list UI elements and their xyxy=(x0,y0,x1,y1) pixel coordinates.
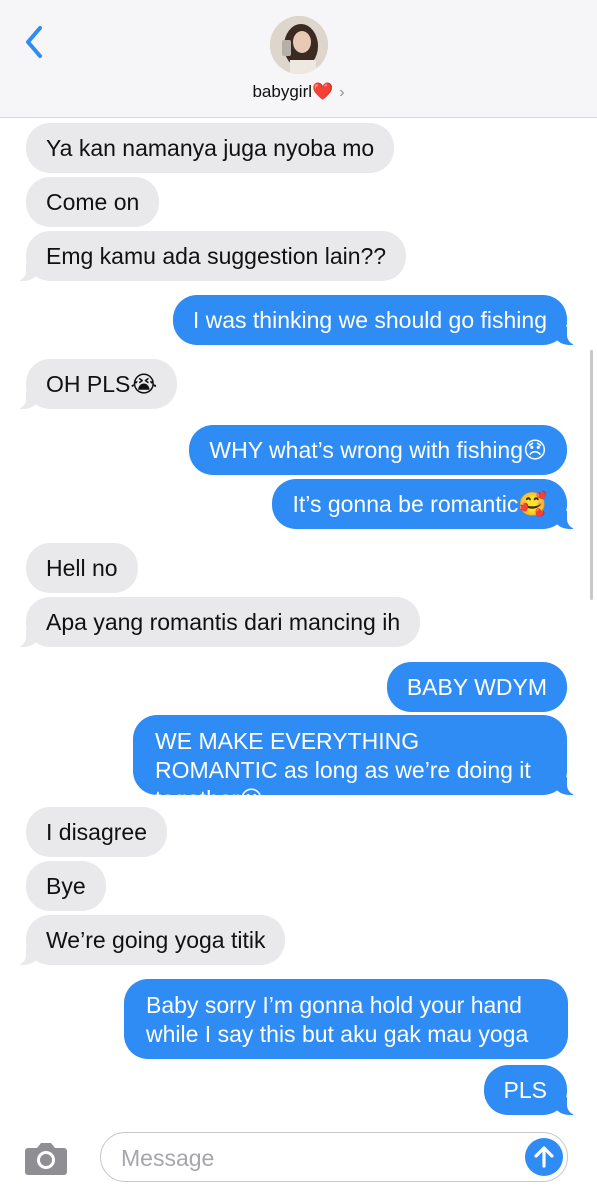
outgoing-message[interactable]: WHY what’s wrong with fishing😞 xyxy=(189,425,567,475)
outgoing-message[interactable]: Baby sorry I’m gonna hold your hand whil… xyxy=(124,979,568,1059)
conversation-header: babygirl❤️ › xyxy=(0,0,597,118)
message-text: I was thinking we should go fishing xyxy=(192,306,547,333)
message-field[interactable] xyxy=(100,1132,568,1182)
incoming-message[interactable]: Emg kamu ada suggestion lain?? xyxy=(11,231,407,281)
message-text: WE MAKE EVERYTHING ROMANTIC as long as w… xyxy=(155,728,531,812)
outgoing-message[interactable]: BABY WDYM xyxy=(386,662,567,712)
incoming-message[interactable]: Come on xyxy=(26,177,160,227)
outgoing-message[interactable]: WE MAKE EVERYTHING ROMANTIC as long as w… xyxy=(133,715,581,812)
message-text: Come on xyxy=(46,188,140,215)
message-thread[interactable]: Ya kan namanya juga nyoba mo Come on Emg… xyxy=(0,117,597,1122)
incoming-message[interactable]: Hell no xyxy=(26,543,138,593)
camera-button[interactable] xyxy=(22,1138,70,1178)
message-text: Emg kamu ada suggestion lain?? xyxy=(46,242,387,269)
incoming-message[interactable]: I disagree xyxy=(26,807,168,857)
avatar-photo xyxy=(270,16,328,74)
back-button[interactable] xyxy=(20,22,50,62)
composer-bar xyxy=(0,1122,597,1200)
message-text: It’s gonna be romantic🥰 xyxy=(292,490,547,517)
heart-emoji: ❤️ xyxy=(312,82,334,101)
incoming-message[interactable]: Apa yang romantis dari mancing ih xyxy=(11,597,421,647)
contact-name: babygirl xyxy=(252,82,313,101)
message-text: Hell no xyxy=(46,554,118,581)
message-text: Baby sorry I’m gonna hold your hand whil… xyxy=(146,992,529,1047)
message-text: BABY WDYM xyxy=(406,673,547,700)
arrow-up-icon xyxy=(534,1146,554,1168)
message-text: We’re going yoga titik xyxy=(46,926,266,953)
contact-name-button[interactable]: babygirl❤️ › xyxy=(0,82,597,102)
chevron-right-icon: › xyxy=(339,84,345,101)
outgoing-message[interactable]: It’s gonna be romantic🥰 xyxy=(272,479,581,529)
incoming-message[interactable]: Ya kan namanya juga nyoba mo xyxy=(26,123,395,173)
contact-avatar[interactable] xyxy=(270,16,328,74)
send-button[interactable] xyxy=(525,1138,563,1176)
message-text: PLS xyxy=(503,1076,547,1103)
outgoing-message[interactable]: I was thinking we should go fishing xyxy=(172,295,582,345)
message-text: I disagree xyxy=(46,818,148,845)
message-text: Bye xyxy=(46,872,86,899)
outgoing-message[interactable]: PLS xyxy=(483,1065,582,1115)
incoming-message[interactable]: We’re going yoga titik xyxy=(11,915,286,965)
scrollbar[interactable] xyxy=(590,350,593,600)
camera-icon xyxy=(25,1143,67,1175)
message-text: WHY what’s wrong with fishing😞 xyxy=(209,436,547,463)
incoming-message[interactable]: OH PLS😭 xyxy=(11,359,178,409)
message-input[interactable] xyxy=(119,1141,503,1175)
chevron-left-icon xyxy=(26,26,42,58)
message-text: Ya kan namanya juga nyoba mo xyxy=(46,134,375,161)
incoming-message[interactable]: Bye xyxy=(26,861,106,911)
message-text: OH PLS😭 xyxy=(46,370,158,397)
message-text: Apa yang romantis dari mancing ih xyxy=(46,608,401,635)
